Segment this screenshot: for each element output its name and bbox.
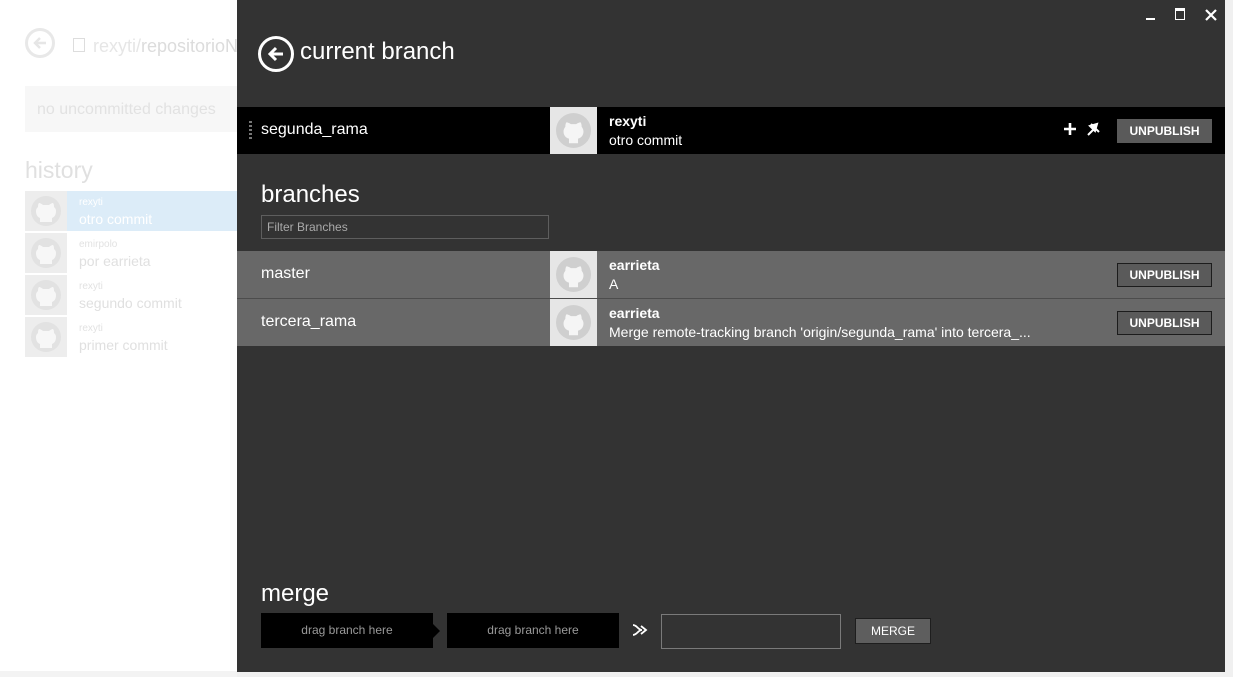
merge-target-drop-zone[interactable]: drag branch here <box>447 613 619 648</box>
minimize-button[interactable] <box>1142 6 1160 24</box>
close-button[interactable] <box>1202 6 1220 24</box>
current-branch-row[interactable]: segunda_rama rexyti otro commit UNPUBLIS… <box>237 107 1225 154</box>
history-message: por earrieta <box>79 253 151 269</box>
repository-title: rexyti/repositorioN <box>93 36 239 56</box>
merge-result-box <box>661 614 841 649</box>
merge-button[interactable]: MERGE <box>855 618 931 644</box>
avatar <box>25 191 67 231</box>
unpublish-button[interactable]: UNPUBLISH <box>1117 311 1212 335</box>
close-icon <box>1205 9 1217 21</box>
branch-name: master <box>261 265 310 282</box>
avatar <box>550 107 597 154</box>
plus-icon[interactable] <box>1063 122 1077 136</box>
window-border <box>237 672 1233 677</box>
back-button[interactable] <box>258 36 294 72</box>
github-octocat-icon <box>563 314 584 336</box>
merge-arrow-icon <box>632 624 648 636</box>
drag-handle-icon[interactable] <box>249 121 252 141</box>
back-arrow-icon <box>267 46 283 62</box>
history-item: emirpolo por earrieta <box>25 233 237 273</box>
changes-text: no uncommitted changes <box>37 101 216 118</box>
history-author: emirpolo <box>79 239 118 250</box>
commit-author: rexyti <box>609 113 647 129</box>
history-item: rexyti primer commit <box>25 317 237 357</box>
branch-row-tercera-rama[interactable]: tercera_rama earrieta Merge remote-track… <box>237 299 1225 346</box>
avatar <box>550 299 597 346</box>
avatar <box>25 233 67 273</box>
commit-message: Merge remote-tracking branch 'origin/seg… <box>609 324 1031 340</box>
history-message: segundo commit <box>79 295 182 311</box>
commit-author: earrieta <box>609 305 660 321</box>
branches-panel: current branch segunda_rama rexyti otro … <box>237 0 1225 677</box>
branch-name: tercera_rama <box>261 313 357 330</box>
unpublish-button[interactable]: UNPUBLISH <box>1117 263 1212 287</box>
branch-name: segunda_rama <box>261 121 368 138</box>
commit-message: A <box>609 276 619 292</box>
background-app: rexyti/repositorioN no uncommitted chang… <box>0 0 239 677</box>
avatar <box>25 275 67 315</box>
changes-box: no uncommitted changes <box>25 86 237 132</box>
github-octocat-icon <box>563 122 584 144</box>
history-item: rexyti otro commit <box>25 191 237 231</box>
history-message: primer commit <box>79 337 168 353</box>
branch-row-master[interactable]: master earrieta A UNPUBLISH <box>237 251 1225 298</box>
history-author: rexyti <box>79 281 103 292</box>
history-author: rexyti <box>79 197 103 208</box>
page-title: current branch <box>300 38 455 65</box>
commit-author: earrieta <box>609 257 660 273</box>
repository-icon <box>73 38 85 52</box>
history-title: history <box>25 157 93 183</box>
branches-title: branches <box>261 181 360 208</box>
window-border <box>1225 0 1233 677</box>
avatar <box>25 317 67 357</box>
github-octocat-icon <box>563 266 584 288</box>
history-message: otro commit <box>79 211 153 227</box>
status-bar <box>0 671 237 677</box>
history-author: rexyti <box>79 323 103 334</box>
commit-message: otro commit <box>609 132 683 148</box>
back-arrow-icon <box>25 28 55 58</box>
maximize-button[interactable] <box>1172 6 1190 24</box>
merge-source-drop-zone[interactable]: drag branch here <box>261 613 440 648</box>
avatar <box>550 251 597 298</box>
pin-icon[interactable] <box>1086 121 1102 137</box>
filter-branches-input[interactable] <box>261 215 549 239</box>
history-item: rexyti segundo commit <box>25 275 237 315</box>
merge-title: merge <box>261 580 330 607</box>
unpublish-button[interactable]: UNPUBLISH <box>1117 119 1212 143</box>
